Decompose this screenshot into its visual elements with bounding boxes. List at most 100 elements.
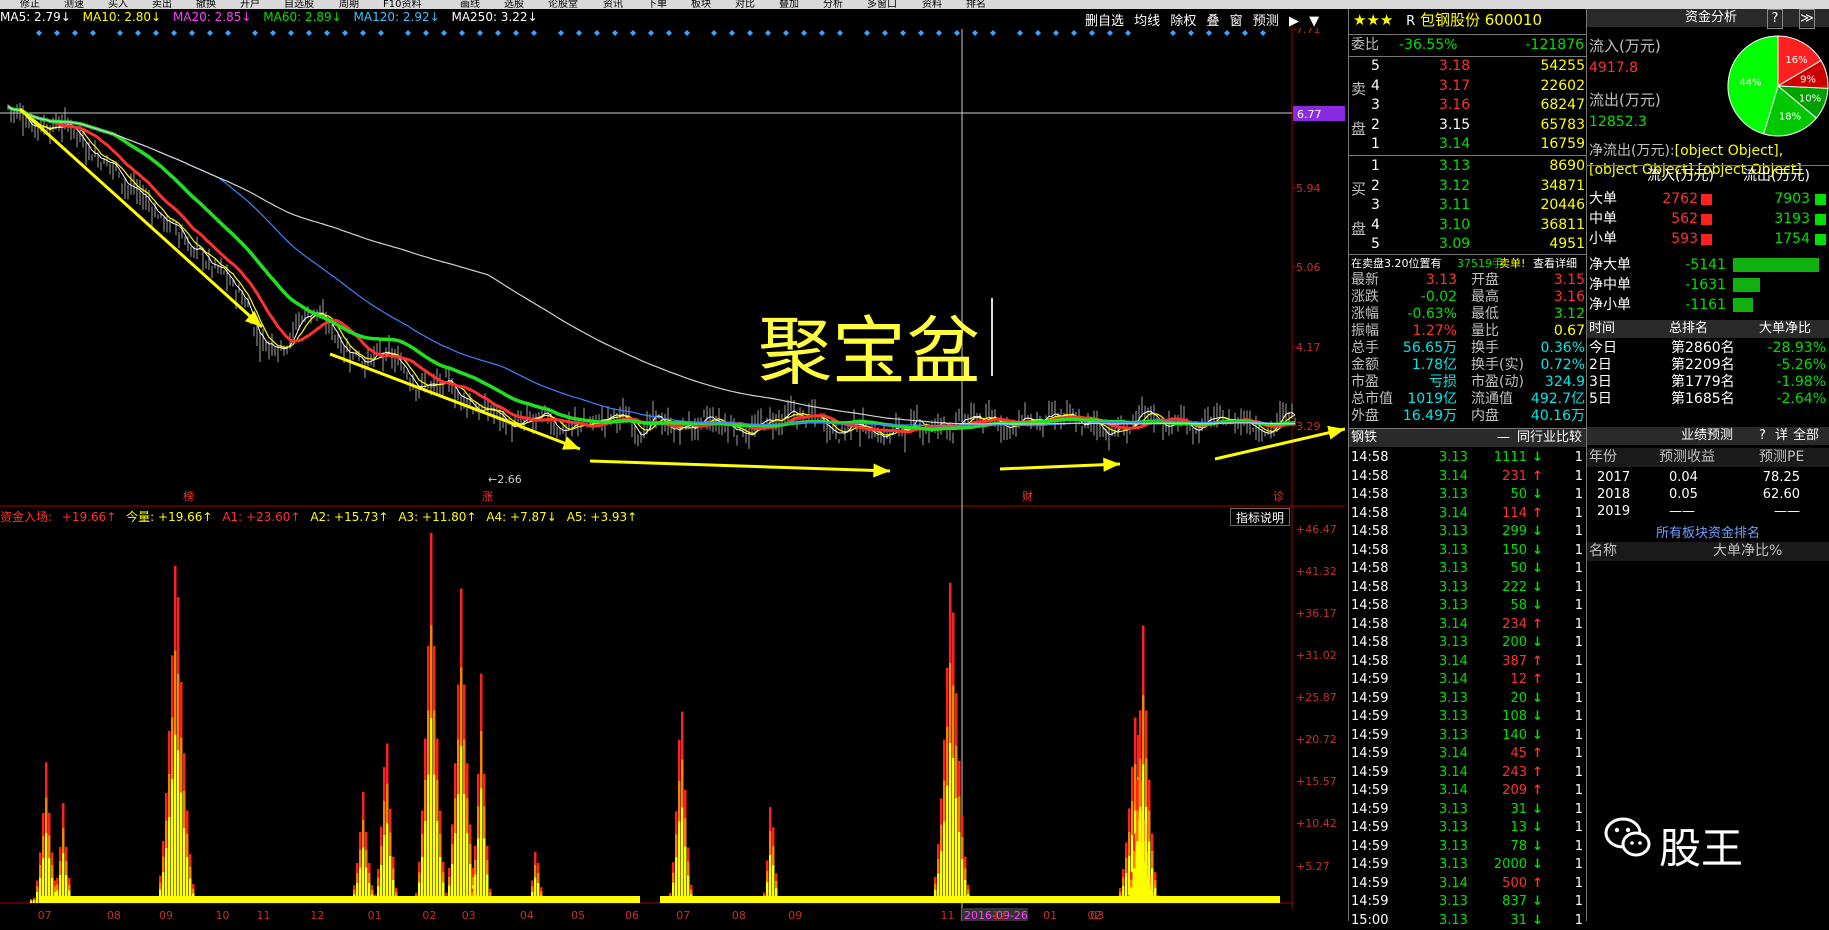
rank-cell: 第1779名 (1671, 374, 1735, 390)
menu-item[interactable]: 周期 (339, 0, 359, 9)
net-row: 净中单 -1631 (1587, 275, 1829, 295)
collapse-button[interactable]: ≫ (1799, 9, 1815, 29)
menu-item[interactable]: 撤换 (196, 0, 216, 9)
remove-favorite-button[interactable]: 删自选 (1085, 14, 1124, 29)
tick-row: 14:59 3.13 13 ↓ 1 (1349, 819, 1587, 837)
menu-item[interactable]: 资料 (922, 0, 942, 9)
dropdown-arrow-icon[interactable]: ▼ (1309, 14, 1319, 29)
up-arrow-icon: ↑ (1532, 653, 1543, 669)
tick-time: 14:58 (1351, 524, 1389, 539)
ma-button[interactable]: 均线 (1134, 14, 1160, 29)
tick-row: 14:59 3.13 78 ↓ 1 (1349, 838, 1587, 856)
menu-item[interactable]: 多窗口 (867, 0, 897, 9)
tick-time: 14:59 (1351, 801, 1389, 817)
indicator-help-button[interactable]: 指标说明 (1230, 508, 1290, 526)
menu-item[interactable]: 选股 (504, 0, 524, 9)
menu-item[interactable]: 修正 (20, 0, 40, 9)
tick-price: 3.14 (1439, 746, 1468, 761)
menu-item[interactable]: 排名 (966, 0, 986, 9)
menu-item[interactable]: 资讯 (603, 0, 623, 9)
menu-item[interactable]: 叠加 (779, 0, 799, 9)
menu-item[interactable]: 对比 (735, 0, 755, 9)
kline-chart-area[interactable]: 7.716.775.945.064.173.296.77+46.47+41.32… (0, 9, 1345, 921)
tick-time: 14:59 (1351, 838, 1389, 854)
menu-item[interactable]: 论股堂 (548, 0, 578, 9)
rank-cell: -5.26% (1776, 357, 1826, 373)
tick-volume: 837 (1502, 894, 1527, 909)
event-mark[interactable]: 财 (1022, 489, 1033, 503)
quote-label: 内盘 (1471, 408, 1499, 424)
forecast-help-button[interactable]: ? (1759, 427, 1766, 445)
tab-industry[interactable]: 钢铁 (1351, 429, 1377, 447)
level-price[interactable]: 3.10 (1439, 216, 1470, 235)
menu-item[interactable]: F10资料 (383, 0, 421, 9)
indicator-tick-label: +15.57 (1296, 775, 1337, 788)
indicator-tick-label: +46.47 (1296, 523, 1337, 536)
tab-industry-compare[interactable]: 同行业比较 (1517, 429, 1582, 447)
level-price[interactable]: 3.18 (1439, 57, 1470, 76)
overlay-button[interactable]: 叠 (1206, 14, 1219, 29)
level-volume: 36811 (1540, 216, 1585, 233)
net-value: -1631 (1685, 277, 1726, 293)
tick-price: 3.13 (1439, 487, 1468, 502)
notice-detail-link[interactable]: 查看详细 (1533, 255, 1577, 272)
menu-item[interactable]: 买入 (108, 0, 128, 9)
tick-row: 14:59 3.13 140 ↓ 1 (1349, 727, 1587, 745)
quote-row: 金额 1.78亿 换手(实) 0.72% (1349, 357, 1587, 374)
quote-row: 总手 56.65万 换手 0.36% (1349, 340, 1587, 357)
tick-price: 3.13 (1439, 598, 1468, 613)
forecast-all-button[interactable]: 全部 (1793, 427, 1819, 445)
level-price[interactable]: 3.09 (1439, 235, 1470, 254)
level-price[interactable]: 3.13 (1439, 157, 1470, 176)
menu-item[interactable]: 卖出 (152, 0, 172, 9)
level-price[interactable]: 3.11 (1439, 196, 1470, 215)
tick-volume: 58 (1510, 598, 1527, 613)
col-big-net-pct[interactable]: 大单净比% (1713, 542, 1782, 561)
level-price[interactable]: 3.16 (1439, 96, 1470, 115)
level-price[interactable]: 3.15 (1439, 116, 1470, 135)
tick-time: 14:59 (1351, 894, 1389, 909)
level-price[interactable]: 3.14 (1439, 135, 1470, 154)
level-price[interactable]: 3.12 (1439, 177, 1470, 196)
quote-row: 涨跌 -0.02 最高 3.16 (1349, 289, 1587, 306)
quote-value: 0.72% (1540, 357, 1585, 373)
forecast-detail-button[interactable]: 详 (1775, 427, 1788, 445)
help-button[interactable]: ? (1767, 9, 1783, 29)
tick-time: 14:58 (1351, 487, 1389, 502)
indicator-tick-label: +10.42 (1296, 817, 1337, 830)
event-mark[interactable]: 诊 (1273, 489, 1284, 503)
quote-value: 0.36% (1540, 340, 1585, 356)
menu-item[interactable]: 测速 (64, 0, 84, 9)
time-tick-label: 01 (1043, 909, 1057, 921)
quote-label: 金额 (1351, 357, 1379, 373)
tick-row: 14:58 3.14 234 ↑ 1 (1349, 616, 1587, 634)
menu-item[interactable]: 画线 (460, 0, 480, 9)
menu-item[interactable]: 自选股 (284, 0, 314, 9)
exright-button[interactable]: 除权 (1170, 14, 1196, 29)
forecast-button[interactable]: 预测 (1253, 14, 1279, 29)
quote-label: 涨跌 (1351, 289, 1379, 305)
tick-row: 14:59 3.13 837 ↓ 1 (1349, 893, 1587, 911)
tick-count: 1 (1574, 727, 1583, 743)
tick-price: 3.13 (1439, 838, 1468, 854)
level-price[interactable]: 3.17 (1439, 77, 1470, 96)
window-button[interactable]: 窗 (1230, 14, 1243, 29)
top-menu-bar: 修正 测速 买入 卖出 撤换 开户 自选股 周期 F10资料 画线 选股 论股堂 资讯 下单 板块 对比 叠加 分… (0, 0, 1829, 9)
tick-volume: 234 (1502, 616, 1527, 632)
tick-count: 1 (1574, 616, 1583, 632)
menu-item[interactable]: 下单 (647, 0, 667, 9)
order-type: 大单 (1589, 191, 1617, 207)
down-arrow-icon: ↓ (1532, 727, 1543, 743)
menu-item[interactable]: 分析 (823, 0, 843, 9)
expand-arrow-icon[interactable]: ▶ (1289, 14, 1299, 29)
quote-panel: ★★★ R 包钢股份 600010 委比 -36.55% -121876 卖盘 … (1348, 9, 1587, 928)
tick-price: 3.13 (1439, 801, 1468, 817)
buy-level-row: 4 3.10 36811 (1349, 216, 1587, 235)
event-mark[interactable]: 涨 (482, 490, 493, 503)
quote-value: 40.16万 (1530, 408, 1585, 424)
menu-item[interactable]: 开户 (240, 0, 260, 9)
event-mark[interactable]: 榜 (183, 489, 194, 503)
menu-item[interactable]: 板块 (691, 0, 711, 9)
fund-analysis-title: 资金分析 (1685, 10, 1738, 25)
quote-label: 市盈 (1351, 374, 1379, 390)
